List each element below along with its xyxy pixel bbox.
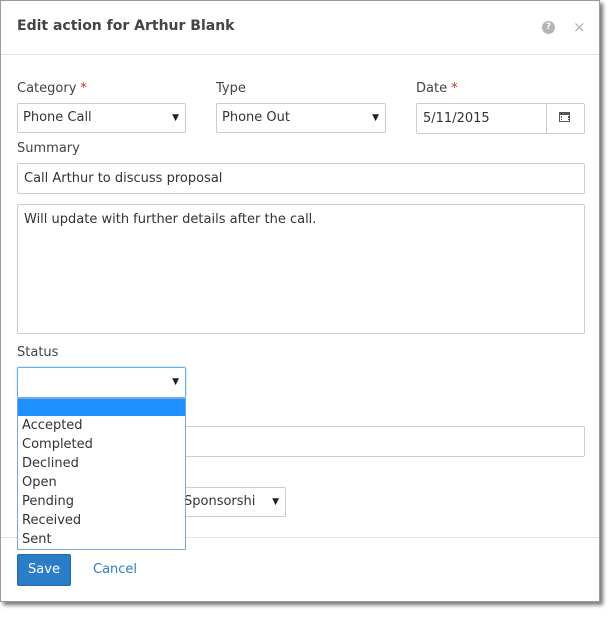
- save-button[interactable]: Save: [17, 554, 71, 586]
- status-select[interactable]: ▼: [17, 367, 186, 398]
- date-input[interactable]: 5/11/2015: [416, 103, 585, 134]
- category-label: Category *: [17, 81, 87, 96]
- type-label: Type: [216, 81, 246, 96]
- dialog-title: Edit action for Arthur Blank: [17, 18, 235, 34]
- category-select[interactable]: Phone Call ▼: [17, 103, 186, 133]
- status-label: Status: [17, 345, 59, 360]
- date-label-text: Date: [416, 81, 448, 96]
- cancel-link[interactable]: Cancel: [93, 562, 137, 577]
- category-required-mark: *: [80, 81, 87, 96]
- date-picker-button[interactable]: [546, 103, 584, 134]
- summary-label: Summary: [17, 141, 80, 156]
- hidden-select-value: Sponsorshi: [184, 494, 256, 509]
- date-input-value: 5/11/2015: [423, 111, 490, 126]
- notes-textarea[interactable]: Will update with further details after t…: [17, 204, 585, 334]
- chevron-down-icon: ▼: [272, 497, 279, 507]
- help-icon[interactable]: ?: [542, 21, 555, 34]
- status-option-sent[interactable]: Sent: [18, 530, 185, 549]
- status-dropdown-list: Accepted Completed Declined Open Pending…: [17, 398, 186, 550]
- status-option-accepted[interactable]: Accepted: [18, 416, 185, 435]
- status-option-declined[interactable]: Declined: [18, 454, 185, 473]
- chevron-down-icon: ▼: [172, 377, 179, 387]
- status-option-received[interactable]: Received: [18, 511, 185, 530]
- chevron-down-icon: ▼: [172, 113, 179, 123]
- date-required-mark: *: [451, 81, 458, 96]
- chevron-down-icon: ▼: [372, 113, 379, 123]
- status-option-open[interactable]: Open: [18, 473, 185, 492]
- status-option-pending[interactable]: Pending: [18, 492, 185, 511]
- notes-textarea-value: Will update with further details after t…: [24, 212, 317, 227]
- summary-input-value: Call Arthur to discuss proposal: [24, 171, 223, 186]
- type-select[interactable]: Phone Out ▼: [216, 103, 386, 133]
- category-label-text: Category: [17, 81, 77, 96]
- dialog-header: Edit action for Arthur Blank ? ×: [1, 1, 599, 55]
- type-select-value: Phone Out: [222, 110, 290, 125]
- date-label: Date *: [416, 81, 458, 96]
- category-select-value: Phone Call: [23, 110, 92, 125]
- calendar-icon: [559, 112, 570, 122]
- edit-action-dialog: Edit action for Arthur Blank ? × Categor…: [0, 0, 600, 602]
- summary-input[interactable]: Call Arthur to discuss proposal: [17, 163, 585, 194]
- close-icon[interactable]: ×: [573, 18, 586, 36]
- status-option-completed[interactable]: Completed: [18, 435, 185, 454]
- status-option-blank[interactable]: [18, 399, 185, 416]
